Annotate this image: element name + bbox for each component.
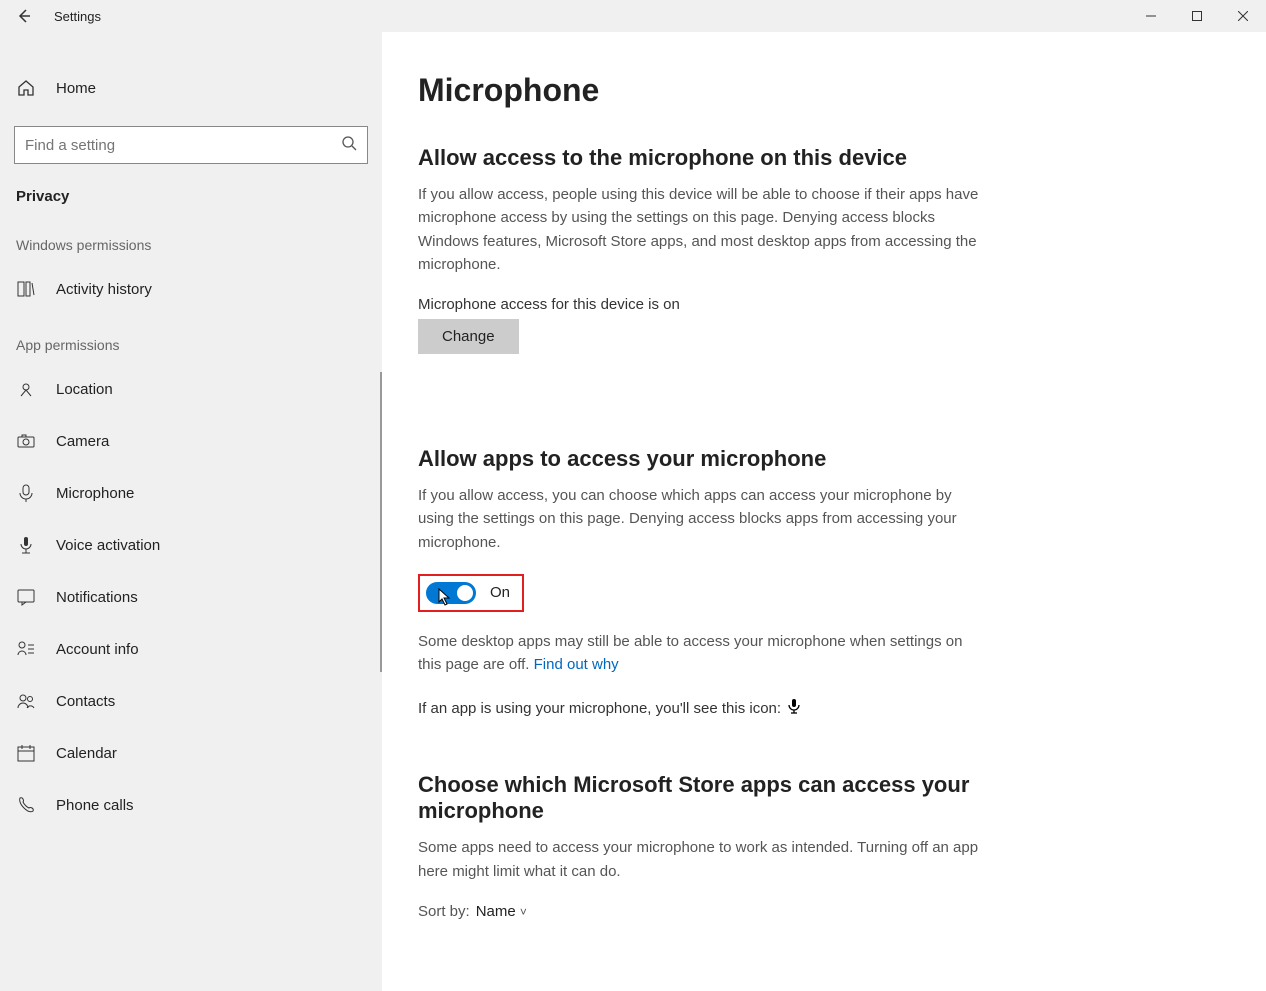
toggle-label: On — [490, 584, 510, 601]
back-arrow-icon — [16, 8, 32, 24]
nav-account-info[interactable]: Account info — [0, 623, 382, 675]
nav-notifications[interactable]: Notifications — [0, 571, 382, 623]
search-box[interactable] — [14, 126, 368, 164]
group-app-permissions: App permissions — [0, 315, 382, 363]
toggle-knob — [457, 585, 473, 601]
nav-contacts[interactable]: Contacts — [0, 675, 382, 727]
nav-activity-history[interactable]: Activity history — [0, 263, 382, 315]
sidebar: Home Privacy Windows permissions Activit… — [0, 32, 382, 991]
home-icon — [16, 78, 36, 98]
activity-history-icon — [16, 279, 36, 299]
section-heading: Allow apps to access your microphone — [418, 446, 1226, 472]
nav-voice-activation[interactable]: Voice activation — [0, 519, 382, 571]
phone-calls-icon — [16, 795, 36, 815]
section-device-access: Allow access to the microphone on this d… — [418, 145, 1226, 412]
page-title: Microphone — [418, 72, 1226, 109]
change-button[interactable]: Change — [418, 319, 519, 354]
nav-label: Phone calls — [56, 797, 134, 814]
account-info-icon — [16, 639, 36, 659]
search-input[interactable] — [25, 137, 341, 154]
content-pane: Microphone Allow access to the microphon… — [382, 32, 1266, 991]
category-title: Privacy — [0, 178, 382, 215]
nav-microphone[interactable]: Microphone — [0, 467, 382, 519]
location-icon — [16, 379, 36, 399]
minimize-button[interactable] — [1128, 0, 1174, 32]
sort-label: Sort by: — [418, 903, 470, 920]
nav-label: Calendar — [56, 745, 117, 762]
notifications-icon — [16, 587, 36, 607]
camera-icon — [16, 431, 36, 451]
nav-location[interactable]: Location — [0, 363, 382, 415]
chevron-down-icon: ˅ — [520, 905, 527, 919]
nav-label: Location — [56, 381, 113, 398]
app-access-toggle[interactable] — [426, 582, 476, 604]
nav-label: Voice activation — [56, 537, 160, 554]
nav-phone-calls[interactable]: Phone calls — [0, 779, 382, 831]
nav-label: Notifications — [56, 589, 138, 606]
section-body: Some apps need to access your microphone… — [418, 836, 988, 883]
microphone-icon — [16, 483, 36, 503]
nav-label: Activity history — [56, 281, 152, 298]
section-body: If you allow access, you can choose whic… — [418, 484, 988, 554]
contacts-icon — [16, 691, 36, 711]
window-controls — [1128, 0, 1266, 32]
nav-label: Camera — [56, 433, 109, 450]
microphone-indicator-icon — [787, 698, 801, 718]
home-label: Home — [56, 80, 96, 97]
section-app-access: Allow apps to access your microphone If … — [418, 446, 1226, 718]
close-button[interactable] — [1220, 0, 1266, 32]
nav-camera[interactable]: Camera — [0, 415, 382, 467]
section-store-apps: Choose which Microsoft Store apps can ac… — [418, 772, 1226, 920]
group-windows-permissions: Windows permissions — [0, 215, 382, 263]
nav-label: Account info — [56, 641, 139, 658]
section-body: If you allow access, people using this d… — [418, 183, 988, 276]
home-nav[interactable]: Home — [0, 62, 382, 114]
titlebar: Settings — [0, 0, 1266, 32]
search-icon — [341, 135, 357, 156]
section-heading: Allow access to the microphone on this d… — [418, 145, 1226, 171]
nav-label: Contacts — [56, 693, 115, 710]
find-out-why-link[interactable]: Find out why — [534, 656, 619, 673]
calendar-icon — [16, 743, 36, 763]
highlight-annotation: On — [418, 574, 524, 612]
device-access-status: Microphone access for this device is on — [418, 296, 1226, 313]
back-button[interactable] — [0, 0, 48, 32]
voice-activation-icon — [16, 535, 36, 555]
maximize-button[interactable] — [1174, 0, 1220, 32]
mic-in-use-note: If an app is using your microphone, you'… — [418, 698, 1226, 718]
nav-label: Microphone — [56, 485, 134, 502]
sort-dropdown[interactable]: Name ˅ — [476, 903, 527, 920]
desktop-apps-note: Some desktop apps may still be able to a… — [418, 630, 988, 677]
sort-row: Sort by: Name ˅ — [418, 903, 1226, 920]
section-heading: Choose which Microsoft Store apps can ac… — [418, 772, 978, 824]
nav-calendar[interactable]: Calendar — [0, 727, 382, 779]
window-title: Settings — [54, 9, 101, 24]
